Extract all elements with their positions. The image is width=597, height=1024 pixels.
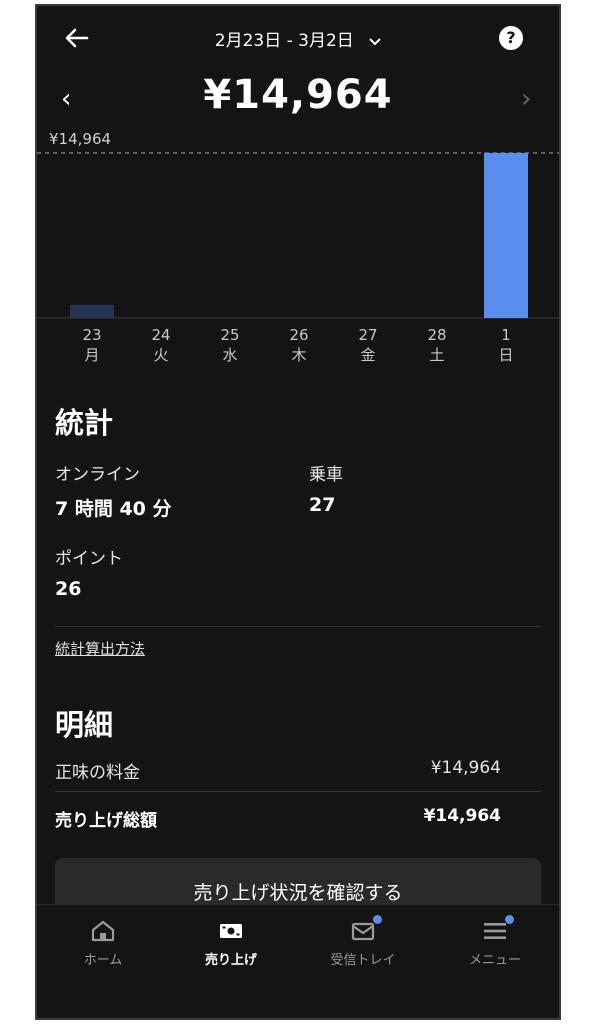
- chart-tick-weekday: 水: [222, 346, 237, 364]
- next-week-icon[interactable]: ›: [521, 84, 531, 114]
- nav-inbox-label: 受信トレイ: [330, 953, 396, 968]
- home-icon: [91, 920, 115, 942]
- earnings-chart: 23 月 24 火 25 水 26 木 27 金 28 土 1 日 ¥14,964: [37, 126, 559, 376]
- nav-inbox[interactable]: 受信トレイ: [303, 915, 423, 968]
- points-value: 26: [55, 578, 82, 600]
- menu-notification-dot: [505, 915, 514, 924]
- stats-method-link[interactable]: 統計算出方法: [55, 638, 145, 659]
- chart-tick-weekday: 木: [291, 346, 306, 364]
- date-range-label: 2月23日 - 3月2日: [214, 31, 354, 51]
- nav-earnings-label: 売り上げ: [204, 953, 257, 968]
- earnings-chart-svg: 23 月 24 火 25 水 26 木 27 金 28 土 1 日: [37, 152, 559, 364]
- chart-bar[interactable]: [70, 304, 114, 318]
- cash-icon: [220, 924, 242, 938]
- rides-value: 27: [309, 494, 336, 516]
- chart-tick-weekday: 月: [84, 346, 99, 364]
- nav-earnings[interactable]: 売り上げ: [171, 919, 291, 968]
- total-sales-label: 売り上げ総額: [55, 811, 157, 831]
- top-bar: 2月23日 - 3月2日 ?: [37, 6, 559, 70]
- chart-bar[interactable]: [484, 153, 528, 318]
- period-row: ‹ ¥14,964 ›: [37, 70, 559, 130]
- points-label: ポイント: [55, 549, 123, 569]
- chart-tick-weekday: 火: [153, 346, 168, 364]
- chart-tick-day: 1: [501, 326, 511, 344]
- chart-tick-day: 28: [427, 326, 446, 344]
- chart-tick-day: 27: [358, 326, 377, 344]
- rides-label: 乗車: [309, 465, 343, 485]
- nav-menu[interactable]: メニュー: [435, 915, 555, 968]
- details-divider: [55, 791, 541, 792]
- chevron-down-icon: [369, 31, 381, 51]
- chart-tick-day: 24: [151, 326, 170, 344]
- net-fare-value: ¥14,964: [430, 758, 501, 778]
- nav-home-label: ホーム: [83, 953, 123, 968]
- online-value: 7 時間 40 分: [55, 498, 172, 520]
- phone-screen: 2月23日 - 3月2日 ? ‹ ¥14,964 › 23 月 24 火 25 水 26 木 2…: [35, 4, 561, 1020]
- menu-icon: [484, 923, 506, 939]
- stats-title: 統計: [55, 406, 114, 440]
- bottom-navigation: ホーム 売り上げ 受信トレイ メニュー: [37, 904, 559, 1018]
- inbox-icon: [351, 922, 375, 941]
- chart-max-label: ¥14,964: [49, 130, 112, 148]
- date-range-selector[interactable]: 2月23日 - 3月2日: [37, 26, 559, 51]
- nav-menu-label: メニュー: [468, 953, 521, 968]
- chart-tick-weekday: 土: [429, 346, 444, 364]
- total-sales-value: ¥14,964: [423, 806, 501, 826]
- online-label: オンライン: [55, 465, 140, 485]
- chart-tick-day: 26: [289, 326, 308, 344]
- inbox-notification-dot: [373, 915, 382, 924]
- chart-tick-weekday: 金: [360, 346, 375, 364]
- details-title: 明細: [55, 708, 114, 742]
- net-fare-label: 正味の料金: [55, 763, 140, 783]
- nav-home[interactable]: ホーム: [43, 919, 163, 968]
- weekly-total: ¥14,964: [203, 72, 393, 118]
- chart-tick-weekday: 日: [498, 346, 513, 364]
- help-icon[interactable]: ?: [499, 26, 523, 50]
- chart-tick-day: 23: [82, 326, 101, 344]
- stats-divider: [55, 626, 541, 627]
- chart-tick-day: 25: [220, 326, 239, 344]
